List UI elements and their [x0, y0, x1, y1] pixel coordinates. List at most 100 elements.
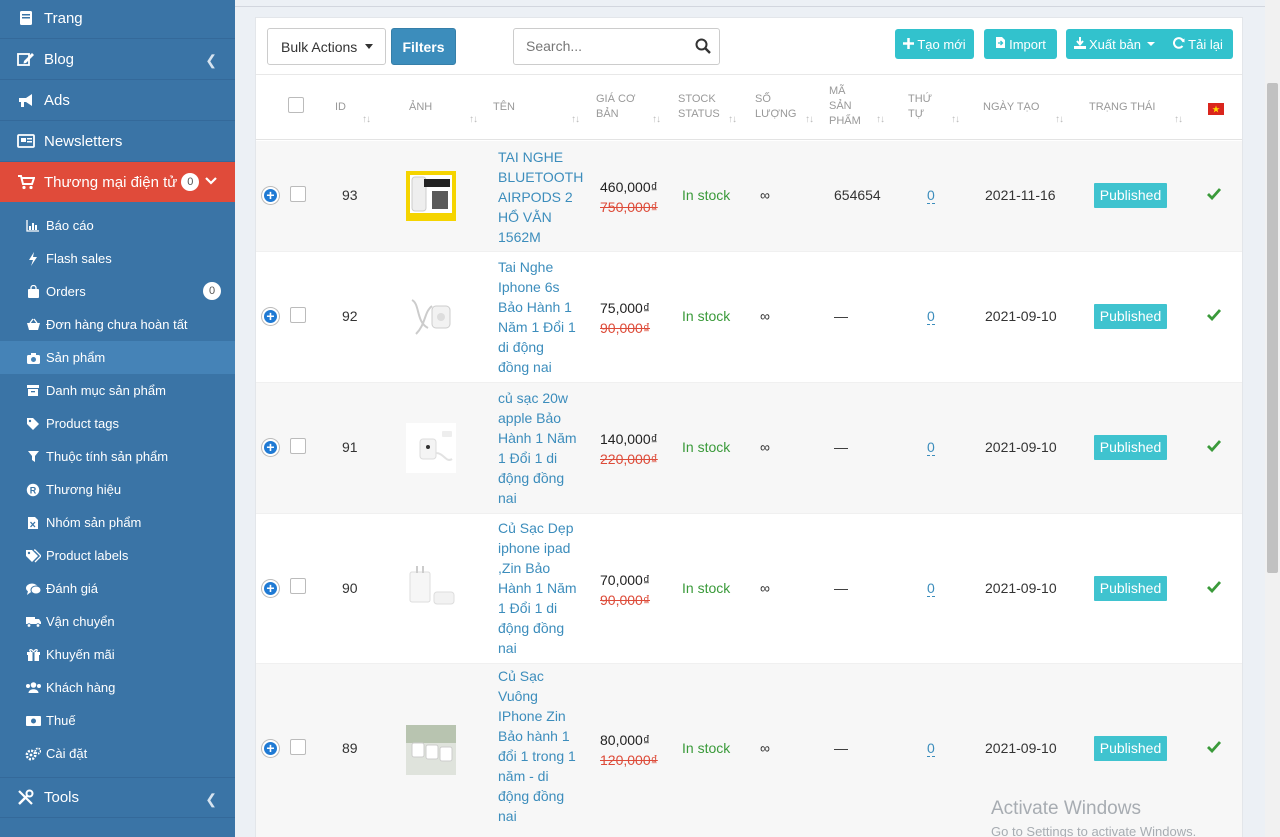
- sort-icon[interactable]: ↑↓: [571, 114, 580, 125]
- column-header-created[interactable]: NGÀY TẠO: [983, 100, 1039, 115]
- product-name-link[interactable]: Củ Sạc Vuông IPhone Zin Bảo hành 1 đổi 1…: [498, 666, 582, 826]
- order-link[interactable]: 0: [927, 308, 935, 325]
- order-link[interactable]: 0: [927, 187, 935, 204]
- column-header-base-price[interactable]: GIÁ CƠ BẢN: [596, 92, 635, 122]
- row-checkbox[interactable]: [290, 578, 306, 594]
- filters-button[interactable]: Filters: [391, 28, 456, 65]
- sort-icon[interactable]: ↑↓: [362, 114, 371, 125]
- row-checkbox[interactable]: [290, 438, 306, 454]
- sort-icon[interactable]: ↑↓: [951, 114, 960, 125]
- sidebar-sub-products[interactable]: Sản phẩm: [0, 341, 235, 374]
- sidebar-item-label: Orders: [46, 284, 86, 299]
- bolt-icon: [25, 251, 41, 267]
- order-value[interactable]: 0: [927, 187, 935, 204]
- product-name-link[interactable]: Củ Sạc Dẹp iphone ipad ,Zin Bảo Hành 1 N…: [498, 518, 582, 658]
- name-line: ,Zin Bảo: [498, 560, 551, 576]
- sort-icon[interactable]: ↑↓: [1174, 114, 1183, 125]
- create-button[interactable]: Tạo mới: [895, 29, 974, 59]
- column-header-stock-status[interactable]: STOCK STATUS: [678, 92, 720, 122]
- import-button[interactable]: Import: [984, 29, 1057, 59]
- expand-row-icon[interactable]: +: [262, 740, 279, 757]
- export-button-label: Xuất bản: [1088, 36, 1142, 52]
- sidebar-item-label: Thương hiệu: [46, 482, 122, 497]
- sidebar-sub-bao-cao[interactable]: Báo cáo: [0, 209, 235, 242]
- sidebar-item-blog[interactable]: Blog ❮: [0, 39, 235, 80]
- checkmark-icon[interactable]: [1207, 740, 1222, 756]
- vertical-scrollbar[interactable]: [1265, 0, 1280, 837]
- sidebar-sub-shipping[interactable]: Vận chuyển: [0, 605, 235, 638]
- reload-button[interactable]: Tải lại: [1163, 29, 1233, 59]
- sidebar-sub-promotions[interactable]: Khuyến mãi: [0, 638, 235, 671]
- sidebar-sub-flash-sales[interactable]: Flash sales: [0, 242, 235, 275]
- product-id: 89: [342, 740, 358, 756]
- expand-row-icon[interactable]: +: [262, 580, 279, 597]
- sidebar-sub-product-labels[interactable]: Product labels: [0, 539, 235, 572]
- product-name-link[interactable]: củ sạc 20w apple Bảo Hành 1 Năm 1 Đổi 1 …: [498, 388, 582, 508]
- order-link[interactable]: 0: [927, 439, 935, 456]
- product-name-link[interactable]: Tai Nghe Iphone 6s Bảo Hành 1 Năm 1 Đổi …: [498, 257, 582, 377]
- select-all-checkbox[interactable]: [288, 97, 304, 113]
- status-badge: Published: [1094, 736, 1167, 761]
- sidebar-item-ads[interactable]: Ads: [0, 80, 235, 121]
- checkmark-icon[interactable]: [1207, 580, 1222, 596]
- expand-row-icon[interactable]: +: [262, 439, 279, 456]
- sort-icon[interactable]: ↑↓: [469, 114, 478, 125]
- sidebar-sub-product-tags[interactable]: Product tags: [0, 407, 235, 440]
- header-line: LƯỢNG: [755, 108, 797, 120]
- sidebar-sub-settings[interactable]: Cài đặt: [0, 737, 235, 770]
- expand-row-icon[interactable]: +: [262, 187, 279, 204]
- sidebar-sub-product-groups[interactable]: Nhóm sản phẩm: [0, 506, 235, 539]
- sidebar-sub-orders[interactable]: Orders 0: [0, 275, 235, 308]
- sku: —: [834, 308, 848, 324]
- column-header-order[interactable]: THỨ TỰ: [908, 92, 932, 122]
- sidebar-item-label: Đơn hàng chưa hoàn tất: [46, 317, 188, 332]
- order-value[interactable]: 0: [927, 580, 935, 597]
- checkmark-icon[interactable]: [1207, 439, 1222, 455]
- row-checkbox[interactable]: [290, 307, 306, 323]
- sort-icon[interactable]: ↑↓: [1055, 114, 1064, 125]
- product-name-link[interactable]: TAI NGHE BLUETOOTH AIRPODS 2 HỔ VẰN 1562…: [498, 147, 583, 247]
- sidebar-sub-customers[interactable]: Khách hàng: [0, 671, 235, 704]
- order-link[interactable]: 0: [927, 580, 935, 597]
- sidebar-sub-reviews[interactable]: Đánh giá: [0, 572, 235, 605]
- order-value[interactable]: 0: [927, 308, 935, 325]
- expand-row-icon[interactable]: +: [262, 308, 279, 325]
- sidebar-item-ecommerce[interactable]: Thương mại điện tử 0: [0, 162, 235, 202]
- sidebar-item-tools[interactable]: Tools ❮: [0, 777, 235, 818]
- sort-icon[interactable]: ↑↓: [805, 114, 814, 125]
- column-header-status[interactable]: TRẠNG THÁI: [1089, 100, 1155, 115]
- order-value[interactable]: 0: [927, 439, 935, 456]
- sidebar-sub-tax[interactable]: Thuế: [0, 704, 235, 737]
- sort-icon[interactable]: ↑↓: [728, 114, 737, 125]
- scrollbar-thumb[interactable]: [1267, 83, 1278, 573]
- column-header-id[interactable]: ID: [335, 100, 346, 115]
- search-input[interactable]: [526, 38, 686, 54]
- column-header-name[interactable]: TÊN: [493, 100, 515, 115]
- sidebar-item-newsletters[interactable]: Newsletters: [0, 121, 235, 162]
- products-panel: Bulk Actions Filters Tạo mới Import Xuất…: [255, 17, 1243, 837]
- column-header-quantity[interactable]: SỐ LƯỢNG: [755, 92, 796, 122]
- header-line: SỐ: [755, 93, 771, 105]
- name-line: nai: [498, 808, 517, 824]
- checkmark-icon[interactable]: [1207, 308, 1222, 324]
- sidebar-sub-categories[interactable]: Danh mục sản phẩm: [0, 374, 235, 407]
- order-link[interactable]: 0: [927, 740, 935, 757]
- sort-icon[interactable]: ↑↓: [876, 114, 885, 125]
- sidebar-sub-incomplete-orders[interactable]: Đơn hàng chưa hoàn tất: [0, 308, 235, 341]
- sidebar-item-trang[interactable]: Trang: [0, 0, 235, 39]
- header-line: MÃ: [829, 85, 846, 97]
- checkmark-icon[interactable]: [1207, 187, 1222, 203]
- sidebar-sub-attributes[interactable]: Thuộc tính sản phẩm: [0, 440, 235, 473]
- search-icon[interactable]: [695, 38, 711, 57]
- sidebar-sub-brands[interactable]: R Thương hiệu: [0, 473, 235, 506]
- bulk-actions-dropdown[interactable]: Bulk Actions: [267, 28, 386, 65]
- export-dropdown[interactable]: Xuất bản: [1066, 29, 1163, 59]
- name-line: đổi 1 trong 1: [498, 748, 576, 764]
- price: 460,000₫: [600, 179, 658, 195]
- row-checkbox[interactable]: [290, 186, 306, 202]
- row-checkbox[interactable]: [290, 739, 306, 755]
- order-value[interactable]: 0: [927, 740, 935, 757]
- price: 140,000₫: [600, 431, 658, 447]
- sort-icon[interactable]: ↑↓: [652, 114, 661, 125]
- column-header-sku[interactable]: MÃ SẢN PHẨM: [829, 84, 861, 129]
